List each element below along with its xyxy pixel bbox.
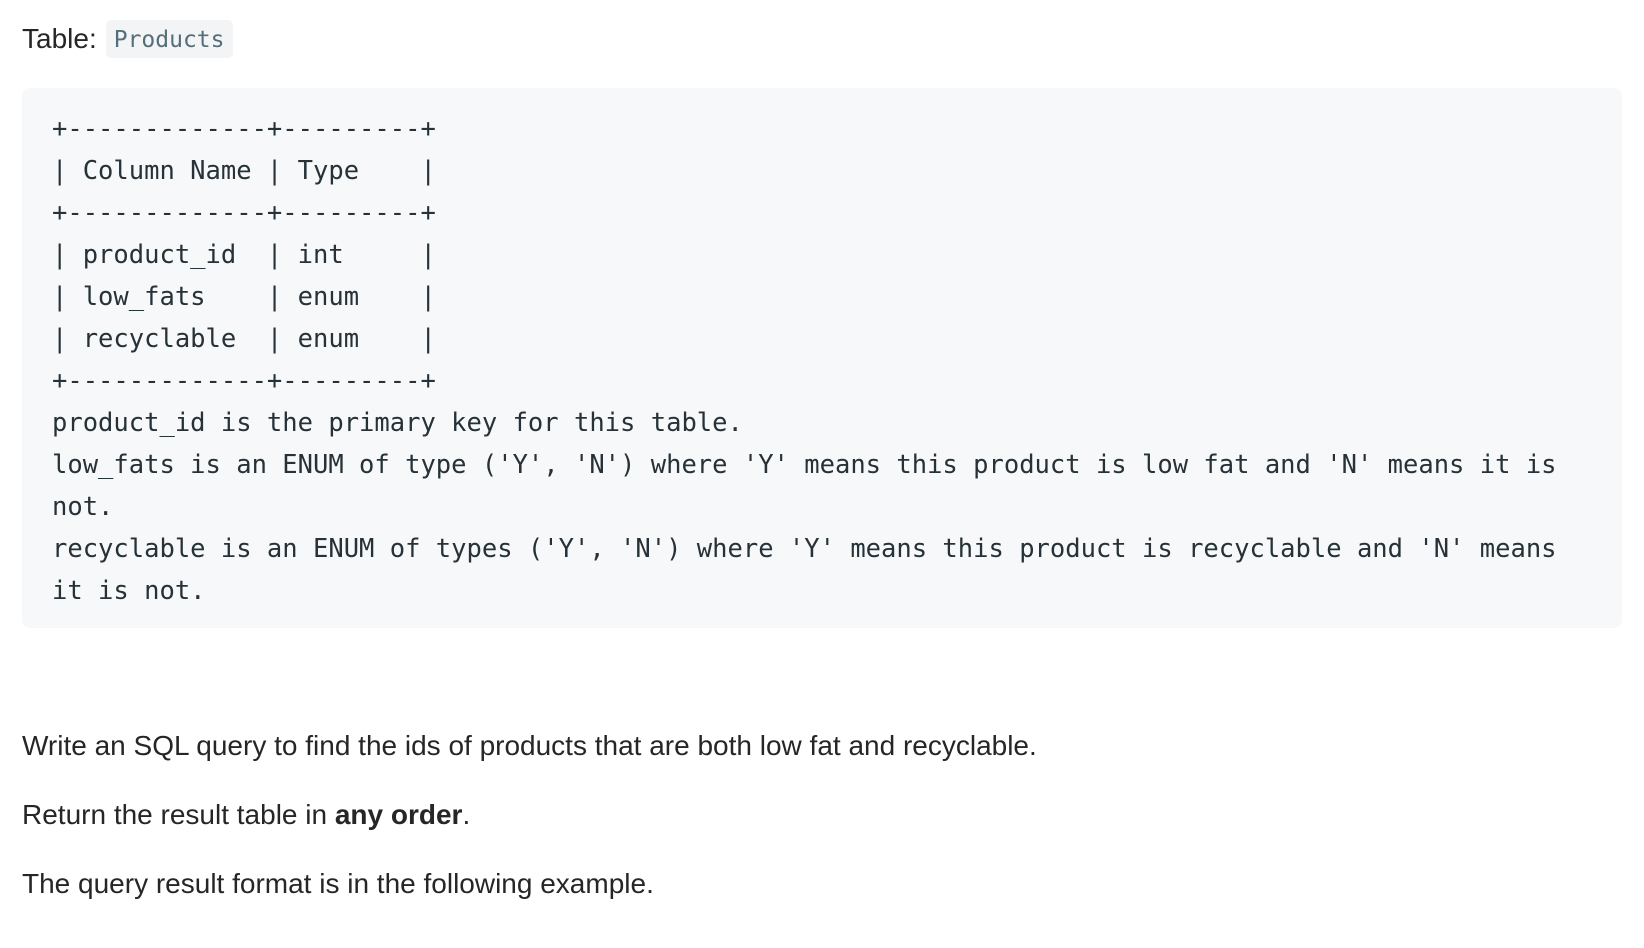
table-caption: Table: Products xyxy=(22,20,233,58)
return-order-prefix: Return the result table in xyxy=(22,799,335,830)
result-format-note: The query result format is in the follow… xyxy=(22,868,654,899)
schema-code-block: +-------------+---------+ | Column Name … xyxy=(22,88,1622,628)
return-order-suffix: . xyxy=(462,799,471,830)
schema-header-row: | Column Name | Type | xyxy=(52,156,436,186)
table-name-code: Products xyxy=(105,20,233,58)
schema-row-recyclable: | recyclable | enum | xyxy=(52,324,436,354)
schema-border-bottom: +-------------+---------+ xyxy=(52,366,436,396)
schema-note-recyclable: recyclable is an ENUM of types ('Y', 'N'… xyxy=(52,534,1572,606)
schema-row-product-id: | product_id | int | xyxy=(52,240,436,270)
return-order-note: Return the result table in any order. xyxy=(22,795,470,835)
schema-note-low-fats: low_fats is an ENUM of type ('Y', 'N') w… xyxy=(52,450,1572,522)
table-caption-label: Table: xyxy=(22,23,97,54)
schema-border-header: +-------------+---------+ xyxy=(52,198,436,228)
schema-border-top: +-------------+---------+ xyxy=(52,114,436,144)
schema-row-low-fats: | low_fats | enum | xyxy=(52,282,436,312)
problem-statement: Write an SQL query to find the ids of pr… xyxy=(22,730,1037,761)
return-order-emphasis: any order xyxy=(334,799,463,830)
problem-description: Table: Products +-------------+---------… xyxy=(0,0,1644,948)
schema-note-primary-key: product_id is the primary key for this t… xyxy=(52,408,743,438)
